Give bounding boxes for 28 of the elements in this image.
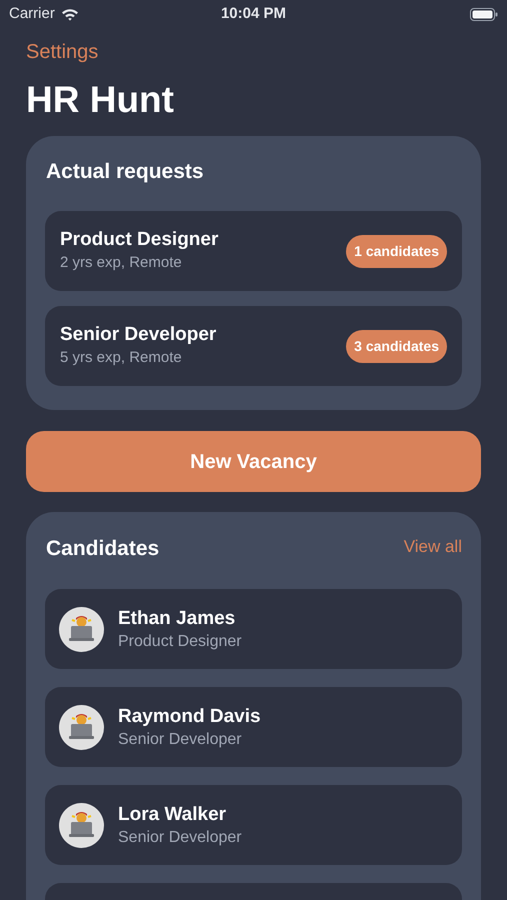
candidate-name: Lora Walker <box>118 802 228 826</box>
wifi-icon <box>60 8 79 20</box>
page-title: HR Hunt <box>26 78 175 122</box>
candidate-name: Raymond Davis <box>118 704 261 728</box>
laptop-avatar-icon <box>59 704 104 750</box>
request-title: Senior Developer <box>60 323 216 347</box>
candidate-name: Ethan James <box>118 606 236 630</box>
request-title: Product Designer <box>60 228 218 252</box>
section-title: Candidates <box>45 536 160 562</box>
laptop-avatar-icon <box>59 802 104 848</box>
candidates-count-badge: 1 candidates <box>346 234 447 268</box>
laptop-avatar-icon <box>59 606 104 652</box>
section-title: Actual requests <box>45 159 205 185</box>
back-link[interactable]: Settings <box>26 37 98 67</box>
request-card[interactable]: Senior Developer 5 yrs exp, Remote 3 candidates <box>45 306 462 386</box>
request-card[interactable]: Product Designer 2 yrs exp, Remote 1 candidates <box>45 211 462 291</box>
candidate-card[interactable]: Raymond Davis Senior Developer <box>45 687 462 767</box>
carrier-label: Carrier <box>9 4 55 24</box>
candidate-card[interactable]: Ethan James Product Designer <box>45 589 462 669</box>
candidates-count-badge: 3 candidates <box>346 330 447 362</box>
request-details: 2 yrs exp, Remote <box>60 253 183 273</box>
candidate-card[interactable]: Lora Walker Senior Developer <box>45 785 462 865</box>
status-time: 10:04 PM <box>220 4 286 24</box>
request-details: 5 yrs exp, Remote <box>60 348 183 368</box>
candidate-role: Product Designer <box>118 632 242 652</box>
candidate-role: Senior Developer <box>118 828 242 848</box>
battery-icon <box>470 8 498 20</box>
candidate-role: Senior Developer <box>118 730 243 750</box>
